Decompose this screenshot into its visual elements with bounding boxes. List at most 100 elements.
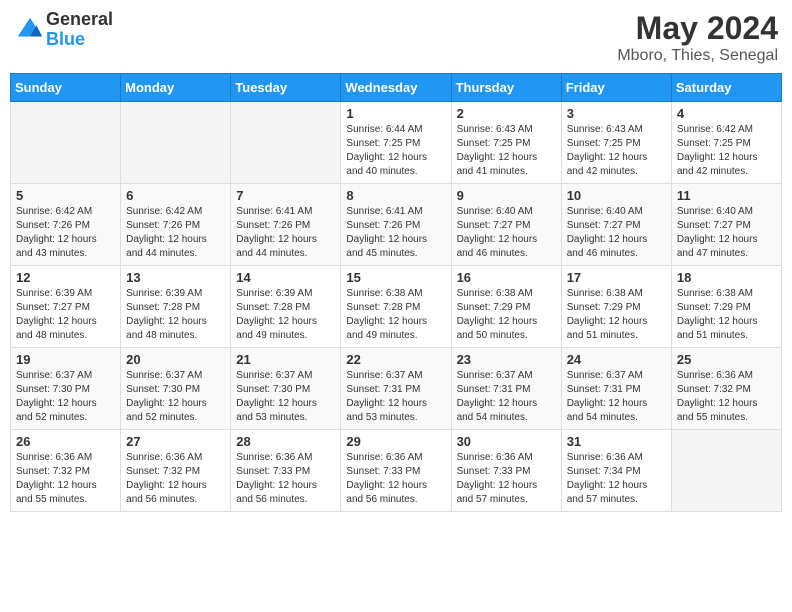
day-info: Sunrise: 6:42 AM Sunset: 7:26 PM Dayligh…	[126, 205, 225, 261]
logo-icon	[16, 16, 44, 44]
day-info: Sunrise: 6:40 AM Sunset: 7:27 PM Dayligh…	[677, 205, 776, 261]
day-number: 22	[346, 352, 445, 367]
calendar-week-row: 26 Sunrise: 6:36 AM Sunset: 7:32 PM Dayli…	[11, 430, 782, 512]
day-number: 19	[16, 352, 115, 367]
calendar-cell: 1 Sunrise: 6:44 AM Sunset: 7:25 PM Daylig…	[341, 102, 451, 184]
calendar-header-row: SundayMondayTuesdayWednesdayThursdayFrid…	[11, 74, 782, 102]
calendar-cell: 5Sunrise: 6:42 AM Sunset: 7:26 PM Daylig…	[11, 184, 121, 266]
location-subtitle: Mboro, Thies, Senegal	[617, 47, 778, 65]
calendar-cell: 24 Sunrise: 6:37 AM Sunset: 7:31 PM Dayli…	[561, 348, 671, 430]
calendar-cell: 29 Sunrise: 6:36 AM Sunset: 7:33 PM Dayli…	[341, 430, 451, 512]
day-number: 13	[126, 270, 225, 285]
day-number: 4	[677, 106, 776, 121]
calendar-cell: 4Sunrise: 6:42 AM Sunset: 7:25 PM Daylig…	[671, 102, 781, 184]
day-info: Sunrise: 6:39 AM Sunset: 7:27 PM Dayligh…	[16, 287, 115, 343]
day-header-saturday: Saturday	[671, 74, 781, 102]
day-info: Sunrise: 6:36 AM Sunset: 7:33 PM Dayligh…	[346, 451, 445, 507]
calendar-cell: 31Sunrise: 6:36 AM Sunset: 7:34 PM Dayli…	[561, 430, 671, 512]
day-info: Sunrise: 6:36 AM Sunset: 7:33 PM Dayligh…	[236, 451, 335, 507]
calendar-cell: 9Sunrise: 6:40 AM Sunset: 7:27 PM Daylig…	[451, 184, 561, 266]
day-number: 18	[677, 270, 776, 285]
calendar-cell: 10Sunrise: 6:40 AM Sunset: 7:27 PM Dayli…	[561, 184, 671, 266]
calendar-cell: 21 Sunrise: 6:37 AM Sunset: 7:30 PM Dayli…	[231, 348, 341, 430]
calendar-cell: 25Sunrise: 6:36 AM Sunset: 7:32 PM Dayli…	[671, 348, 781, 430]
calendar-cell	[11, 102, 121, 184]
day-info: Sunrise: 6:36 AM Sunset: 7:33 PM Dayligh…	[457, 451, 556, 507]
day-number: 20	[126, 352, 225, 367]
day-header-wednesday: Wednesday	[341, 74, 451, 102]
day-header-tuesday: Tuesday	[231, 74, 341, 102]
calendar-cell: 15 Sunrise: 6:38 AM Sunset: 7:28 PM Dayli…	[341, 266, 451, 348]
day-info: Sunrise: 6:39 AM Sunset: 7:28 PM Dayligh…	[126, 287, 225, 343]
day-number: 17	[567, 270, 666, 285]
calendar-week-row: 1 Sunrise: 6:44 AM Sunset: 7:25 PM Daylig…	[11, 102, 782, 184]
page-header: General Blue May 2024 Mboro, Thies, Sene…	[10, 10, 782, 65]
day-number: 1	[346, 106, 445, 121]
calendar-cell	[671, 430, 781, 512]
calendar-cell: 11 Sunrise: 6:40 AM Sunset: 7:27 PM Dayli…	[671, 184, 781, 266]
calendar-cell	[231, 102, 341, 184]
day-number: 26	[16, 434, 115, 449]
day-info: Sunrise: 6:37 AM Sunset: 7:30 PM Dayligh…	[126, 369, 225, 425]
logo: General Blue	[14, 10, 113, 50]
calendar-cell: 7 Sunrise: 6:41 AM Sunset: 7:26 PM Daylig…	[231, 184, 341, 266]
day-info: Sunrise: 6:43 AM Sunset: 7:25 PM Dayligh…	[457, 123, 556, 179]
day-number: 29	[346, 434, 445, 449]
calendar-cell: 19 Sunrise: 6:37 AM Sunset: 7:30 PM Dayli…	[11, 348, 121, 430]
day-header-friday: Friday	[561, 74, 671, 102]
day-number: 30	[457, 434, 556, 449]
calendar-cell: 22Sunrise: 6:37 AM Sunset: 7:31 PM Dayli…	[341, 348, 451, 430]
day-number: 27	[126, 434, 225, 449]
day-number: 21	[236, 352, 335, 367]
day-number: 3	[567, 106, 666, 121]
calendar-cell: 14Sunrise: 6:39 AM Sunset: 7:28 PM Dayli…	[231, 266, 341, 348]
day-number: 28	[236, 434, 335, 449]
day-info: Sunrise: 6:41 AM Sunset: 7:26 PM Dayligh…	[346, 205, 445, 261]
day-number: 12	[16, 270, 115, 285]
day-number: 7	[236, 188, 335, 203]
day-info: Sunrise: 6:37 AM Sunset: 7:31 PM Dayligh…	[457, 369, 556, 425]
day-info: Sunrise: 6:43 AM Sunset: 7:25 PM Dayligh…	[567, 123, 666, 179]
day-info: Sunrise: 6:40 AM Sunset: 7:27 PM Dayligh…	[457, 205, 556, 261]
calendar-cell: 8 Sunrise: 6:41 AM Sunset: 7:26 PM Daylig…	[341, 184, 451, 266]
day-number: 6	[126, 188, 225, 203]
day-header-thursday: Thursday	[451, 74, 561, 102]
calendar-cell: 17 Sunrise: 6:38 AM Sunset: 7:29 PM Dayli…	[561, 266, 671, 348]
calendar-cell: 12 Sunrise: 6:39 AM Sunset: 7:27 PM Dayli…	[11, 266, 121, 348]
calendar-cell: 6 Sunrise: 6:42 AM Sunset: 7:26 PM Daylig…	[121, 184, 231, 266]
day-header-monday: Monday	[121, 74, 231, 102]
calendar-table: SundayMondayTuesdayWednesdayThursdayFrid…	[10, 73, 782, 512]
day-number: 11	[677, 188, 776, 203]
day-number: 24	[567, 352, 666, 367]
calendar-cell: 27Sunrise: 6:36 AM Sunset: 7:32 PM Dayli…	[121, 430, 231, 512]
day-header-sunday: Sunday	[11, 74, 121, 102]
day-number: 2	[457, 106, 556, 121]
day-info: Sunrise: 6:38 AM Sunset: 7:29 PM Dayligh…	[567, 287, 666, 343]
logo-text: General Blue	[46, 10, 113, 50]
day-number: 16	[457, 270, 556, 285]
day-info: Sunrise: 6:37 AM Sunset: 7:30 PM Dayligh…	[16, 369, 115, 425]
day-number: 8	[346, 188, 445, 203]
day-info: Sunrise: 6:36 AM Sunset: 7:32 PM Dayligh…	[677, 369, 776, 425]
day-number: 14	[236, 270, 335, 285]
calendar-cell: 23Sunrise: 6:37 AM Sunset: 7:31 PM Dayli…	[451, 348, 561, 430]
day-info: Sunrise: 6:37 AM Sunset: 7:31 PM Dayligh…	[567, 369, 666, 425]
calendar-cell: 28 Sunrise: 6:36 AM Sunset: 7:33 PM Dayli…	[231, 430, 341, 512]
calendar-cell: 18Sunrise: 6:38 AM Sunset: 7:29 PM Dayli…	[671, 266, 781, 348]
day-info: Sunrise: 6:36 AM Sunset: 7:32 PM Dayligh…	[16, 451, 115, 507]
logo-blue-text: Blue	[46, 30, 113, 50]
calendar-week-row: 5Sunrise: 6:42 AM Sunset: 7:26 PM Daylig…	[11, 184, 782, 266]
logo-general-text: General	[46, 10, 113, 30]
day-info: Sunrise: 6:37 AM Sunset: 7:30 PM Dayligh…	[236, 369, 335, 425]
day-info: Sunrise: 6:41 AM Sunset: 7:26 PM Dayligh…	[236, 205, 335, 261]
calendar-cell: 20 Sunrise: 6:37 AM Sunset: 7:30 PM Dayli…	[121, 348, 231, 430]
day-number: 15	[346, 270, 445, 285]
calendar-cell	[121, 102, 231, 184]
day-number: 10	[567, 188, 666, 203]
calendar-cell: 26 Sunrise: 6:36 AM Sunset: 7:32 PM Dayli…	[11, 430, 121, 512]
calendar-cell: 30 Sunrise: 6:36 AM Sunset: 7:33 PM Dayli…	[451, 430, 561, 512]
calendar-cell: 2 Sunrise: 6:43 AM Sunset: 7:25 PM Daylig…	[451, 102, 561, 184]
day-info: Sunrise: 6:44 AM Sunset: 7:25 PM Dayligh…	[346, 123, 445, 179]
calendar-cell: 13 Sunrise: 6:39 AM Sunset: 7:28 PM Dayli…	[121, 266, 231, 348]
day-info: Sunrise: 6:38 AM Sunset: 7:28 PM Dayligh…	[346, 287, 445, 343]
